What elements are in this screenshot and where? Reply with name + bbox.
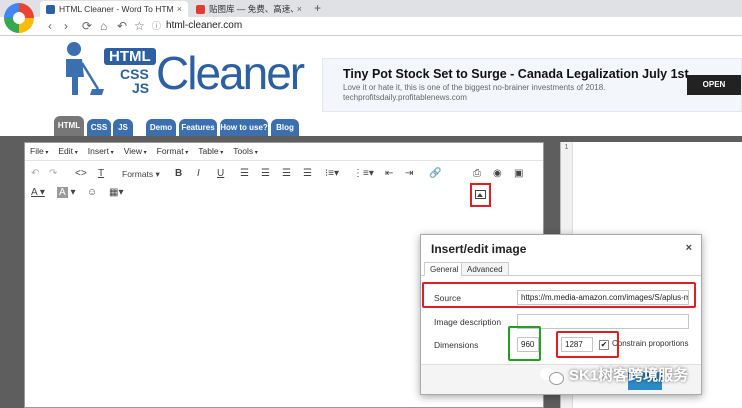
tab-general[interactable]: General xyxy=(424,262,465,276)
table-icon[interactable]: ▦▾ xyxy=(109,186,123,200)
site-tab-features[interactable]: Features xyxy=(179,119,217,136)
site-header: HTML CSS JS Cleaner Tiny Pot Stock Set t… xyxy=(0,36,742,136)
indent-icon[interactable]: ⇥ xyxy=(405,167,413,181)
logo-js-text: JS xyxy=(132,80,150,96)
width-highlight-box xyxy=(508,326,541,361)
undo-close-icon[interactable]: ↶ xyxy=(117,18,127,34)
url-field[interactable]: ⓘ html-cleaner.com xyxy=(152,19,242,32)
outdent-icon[interactable]: ⇤ xyxy=(385,167,393,181)
emoticons-icon[interactable]: ☺ xyxy=(87,186,97,200)
height-highlight-box xyxy=(556,331,619,358)
media-icon[interactable]: ▣ xyxy=(514,167,523,181)
new-tab-icon[interactable]: + xyxy=(314,1,321,15)
forward-icon[interactable]: › xyxy=(64,18,68,34)
active-tab-title: HTML Cleaner - Word To HTML xyxy=(59,4,173,14)
background-color-icon[interactable]: A ▾ xyxy=(57,186,75,200)
preview-eye-icon[interactable]: ◉ xyxy=(493,167,502,181)
image-host-favicon-icon xyxy=(196,4,205,14)
image-description-input[interactable] xyxy=(517,314,689,329)
dimensions-label: Dimensions xyxy=(434,340,479,350)
align-right-icon[interactable]: ☰ xyxy=(282,167,291,181)
ad-open-button[interactable]: OPEN xyxy=(687,75,741,95)
address-bar: ‹ › ⟳ ⌂ ↶ ☆ ⓘ html-cleaner.com xyxy=(0,17,742,36)
dialog-title: Insert/edit image xyxy=(431,242,527,256)
close-tab-icon[interactable]: × xyxy=(177,4,182,14)
undo-icon[interactable]: ↶ xyxy=(31,167,39,181)
browser-tab-image-host[interactable]: 贴图库 — 免费、高速、稳定、好用 × xyxy=(190,1,308,17)
logo-html-text: HTML xyxy=(104,48,156,65)
browser-logo-icon xyxy=(4,3,34,33)
source-highlight-box xyxy=(422,282,696,308)
back-icon[interactable]: ‹ xyxy=(48,18,52,34)
browser-tab-html-cleaner[interactable]: HTML Cleaner - Word To HTML × xyxy=(40,1,188,17)
bookmark-star-icon[interactable]: ☆ xyxy=(134,18,145,34)
site-tab-how-to-use[interactable]: How to use? xyxy=(220,119,268,136)
menu-file[interactable]: File xyxy=(30,146,48,157)
site-tab-js[interactable]: JS xyxy=(113,119,133,136)
home-icon[interactable]: ⌂ xyxy=(100,18,107,34)
align-left-icon[interactable]: ☰ xyxy=(240,167,249,181)
ad-description: Love it or hate it, this is one of the b… xyxy=(343,83,606,92)
tab-advanced[interactable]: Advanced xyxy=(461,262,509,276)
editor-toolbar-row-1: ↶ ↷ <> T Formats ▾ B I U ☰ ☰ ☰ ☰ ⁝≡▾ ⋮≡▾… xyxy=(25,165,543,207)
bold-icon[interactable]: B xyxy=(175,167,182,181)
ad-domain: techprofitsdaily.profitablenews.com xyxy=(343,93,467,102)
site-tab-css[interactable]: CSS xyxy=(87,119,111,136)
numbered-list-icon[interactable]: ⋮≡▾ xyxy=(353,167,374,181)
ad-banner[interactable]: Tiny Pot Stock Set to Surge - Canada Leg… xyxy=(322,58,742,112)
url-text: html-cleaner.com xyxy=(166,20,243,31)
italic-icon[interactable]: I xyxy=(197,167,200,181)
wechat-icon xyxy=(540,366,564,385)
redo-icon[interactable]: ↷ xyxy=(49,167,57,181)
formats-dropdown[interactable]: Formats ▾ xyxy=(122,167,160,181)
dialog-tabs: General Advanced xyxy=(421,262,701,276)
watermark: SK1树客跨境服务 xyxy=(540,364,688,385)
close-icon[interactable]: × xyxy=(686,242,692,254)
html-cleaner-favicon-icon xyxy=(46,4,55,14)
menu-edit[interactable]: Edit xyxy=(58,146,77,157)
source-code-icon[interactable]: <> xyxy=(75,167,87,181)
text-color-icon[interactable]: A ▾ xyxy=(31,186,45,200)
site-tab-demo[interactable]: Demo xyxy=(146,119,176,136)
formats-label: Formats xyxy=(122,169,154,179)
page-info-icon[interactable]: ⓘ xyxy=(152,19,161,32)
site-tab-blog[interactable]: Blog xyxy=(271,119,299,136)
inactive-tab-title: 贴图库 — 免费、高速、稳定、好用 xyxy=(209,4,293,14)
menu-tools[interactable]: Tools xyxy=(233,146,258,157)
logo-cleaner-text: Cleaner xyxy=(156,47,305,99)
print-icon[interactable]: ⎙ xyxy=(473,167,481,181)
menu-format[interactable]: Format xyxy=(157,146,189,157)
cleaner-mascot-icon xyxy=(66,42,104,95)
menu-table[interactable]: Table xyxy=(198,146,223,157)
editor-toolbar-row-2: A ▾ A ▾ ☺ ▦▾ xyxy=(25,184,543,202)
bullet-list-icon[interactable]: ⁝≡▾ xyxy=(325,167,339,181)
ad-title[interactable]: Tiny Pot Stock Set to Surge - Canada Leg… xyxy=(343,67,689,81)
menu-insert[interactable]: Insert xyxy=(88,146,114,157)
site-tab-html[interactable]: HTML xyxy=(54,116,84,136)
watermark-text: SK1树客跨境服务 xyxy=(569,367,689,384)
editor-menubar: File Edit Insert View Format Table Tools xyxy=(25,143,543,161)
constrain-proportions-label: Constrain proportions xyxy=(612,339,689,348)
link-icon[interactable]: 🔗 xyxy=(429,167,441,181)
image-description-label: Image description xyxy=(434,317,502,327)
justify-icon[interactable]: ☰ xyxy=(303,167,312,181)
underline-icon[interactable]: U xyxy=(217,167,224,181)
reload-icon[interactable]: ⟳ xyxy=(82,18,92,34)
align-center-icon[interactable]: ☰ xyxy=(261,167,270,181)
menu-view[interactable]: View xyxy=(124,146,147,157)
close-tab-icon[interactable]: × xyxy=(297,4,302,14)
clear-formatting-icon[interactable]: T xyxy=(98,167,104,181)
browser-tab-bar: HTML Cleaner - Word To HTML × 贴图库 — 免费、高… xyxy=(0,0,742,17)
